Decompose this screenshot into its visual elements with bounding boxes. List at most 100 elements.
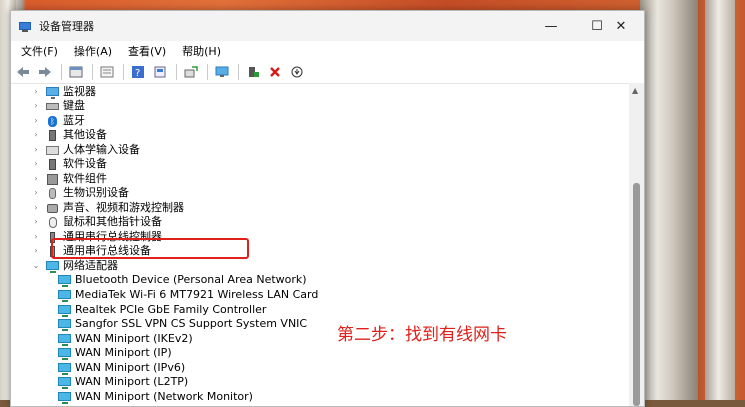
category-label: 监视器	[63, 85, 96, 98]
bluetooth-icon: ᛒ	[46, 115, 59, 127]
enable-device-icon[interactable]	[244, 63, 262, 81]
category-label: 声音、视频和游戏控制器	[63, 201, 184, 214]
device-label: MediaTek Wi-Fi 6 MT7921 Wireless LAN Car…	[75, 288, 319, 301]
device-label: WAN Miniport (IP)	[75, 346, 172, 359]
network-adapter-icon	[58, 289, 71, 302]
device-manager-icon	[19, 20, 31, 32]
category-label: 鼠标和其他指针设备	[63, 215, 162, 228]
expand-chevron-icon[interactable]: ›	[31, 143, 41, 157]
tree-category-network-adapters[interactable]: ⌄ 网络适配器	[31, 259, 118, 273]
menu-file[interactable]: 文件(F)	[17, 43, 62, 59]
category-label: 生物识别设备	[63, 186, 129, 199]
tree-category-biometric[interactable]: › 生物识别设备	[31, 186, 129, 200]
disable-icon[interactable]	[288, 63, 306, 81]
tree-category-monitors[interactable]: › 监视器	[31, 85, 96, 99]
network-adapter-icon	[58, 376, 71, 389]
back-arrow-icon[interactable]	[14, 63, 32, 81]
device-label: WAN Miniport (Network Monitor)	[75, 390, 253, 403]
category-label: 其他设备	[63, 128, 107, 141]
network-adapter-icon	[58, 304, 71, 317]
vertical-scrollbar[interactable]: ▲	[629, 83, 644, 406]
device-label: Sangfor SSL VPN CS Support System VNIC	[75, 317, 308, 330]
tree-category-keyboards[interactable]: › 键盘	[31, 99, 85, 113]
keyboard-icon	[46, 101, 59, 112]
expand-chevron-icon[interactable]: ›	[31, 85, 41, 99]
other-devices-icon	[46, 129, 59, 141]
tree-device-bluetooth-pan[interactable]: Bluetooth Device (Personal Area Network)	[53, 273, 307, 287]
uninstall-icon[interactable]	[266, 63, 284, 81]
software-device-icon	[46, 158, 59, 170]
mouse-icon	[46, 216, 59, 228]
device-label: WAN Miniport (IPv6)	[75, 361, 186, 374]
tree-category-mice[interactable]: › 鼠标和其他指针设备	[31, 215, 162, 229]
menu-help[interactable]: 帮助(H)	[178, 43, 225, 59]
expand-chevron-icon[interactable]: ›	[31, 114, 41, 128]
tree-category-other-devices[interactable]: › 其他设备	[31, 128, 107, 142]
expand-chevron-icon[interactable]: ›	[31, 201, 41, 215]
menu-view[interactable]: 查看(V)	[124, 43, 170, 59]
tree-device-wan-ip[interactable]: WAN Miniport (IP)	[53, 346, 172, 360]
step-annotation: 第二步：找到有线网卡	[337, 325, 507, 345]
expand-chevron-icon[interactable]: ›	[31, 99, 41, 113]
help-icon[interactable]: ?	[129, 63, 147, 81]
sound-icon	[46, 203, 59, 214]
tree-category-software-components[interactable]: › 软件组件	[31, 172, 107, 186]
tree-category-bluetooth[interactable]: › ᛒ 蓝牙	[31, 114, 85, 128]
expand-chevron-icon[interactable]: ›	[31, 128, 41, 142]
toolbar-divider	[238, 64, 239, 80]
wallpaper-trunk-right	[705, 0, 735, 400]
forward-arrow-icon[interactable]	[36, 63, 54, 81]
menu-action[interactable]: 操作(A)	[70, 43, 116, 59]
expand-chevron-icon[interactable]: ›	[31, 172, 41, 186]
tree-category-hid[interactable]: › 人体学输入设备	[31, 143, 140, 157]
window-title: 设备管理器	[39, 20, 94, 33]
wallpaper-trunk	[640, 0, 698, 400]
close-button[interactable]: ✕	[598, 11, 644, 41]
minimize-button[interactable]: —	[528, 11, 574, 41]
toolbar-divider	[176, 64, 177, 80]
network-adapter-icon	[46, 260, 59, 273]
scan-hardware-icon[interactable]	[182, 63, 200, 81]
device-label: WAN Miniport (IKEv2)	[75, 332, 193, 345]
device-list-icon[interactable]	[98, 63, 116, 81]
monitor-icon	[46, 86, 59, 99]
tree-device-mediatek-wifi[interactable]: MediaTek Wi-Fi 6 MT7921 Wireless LAN Car…	[53, 288, 318, 302]
device-manager-window: 设备管理器 — ☐ ✕ 文件(F) 操作(A) 查看(V) 帮助(H) ? ›	[10, 10, 645, 407]
category-label: 软件设备	[63, 157, 107, 170]
tree-device-realtek-gbe[interactable]: Realtek PCIe GbE Family Controller	[53, 303, 266, 317]
biometric-icon	[46, 187, 59, 199]
tree-device-wan-netmon[interactable]: WAN Miniport (Network Monitor)	[53, 390, 253, 404]
tree-device-sangfor-vnic[interactable]: Sangfor SSL VPN CS Support System VNIC	[53, 317, 307, 331]
device-label: WAN Miniport (L2TP)	[75, 375, 189, 388]
tree-device-wan-ipv6[interactable]: WAN Miniport (IPv6)	[53, 361, 185, 375]
toolbar-divider	[92, 64, 93, 80]
network-adapter-icon	[58, 274, 71, 287]
toolbar: ?	[11, 61, 644, 84]
category-label: 键盘	[63, 99, 85, 112]
collapse-chevron-icon[interactable]: ⌄	[31, 259, 41, 273]
category-label: 蓝牙	[63, 114, 85, 127]
toolbar-divider	[61, 64, 62, 80]
tree-category-sound[interactable]: › 声音、视频和游戏控制器	[31, 201, 184, 215]
update-driver-icon[interactable]	[151, 63, 169, 81]
device-label: Bluetooth Device (Personal Area Network)	[75, 273, 307, 286]
scroll-up-icon[interactable]: ▲	[632, 86, 638, 95]
expand-chevron-icon[interactable]: ›	[31, 215, 41, 229]
red-highlight-box	[51, 238, 249, 259]
expand-chevron-icon[interactable]: ›	[31, 244, 41, 258]
expand-chevron-icon[interactable]: ›	[31, 230, 41, 244]
toolbar-divider	[207, 64, 208, 80]
add-device-icon[interactable]	[213, 63, 231, 81]
properties-icon[interactable]	[67, 63, 85, 81]
category-label: 人体学输入设备	[63, 143, 140, 156]
tree-device-wan-l2tp[interactable]: WAN Miniport (L2TP)	[53, 375, 188, 389]
menu-bar: 文件(F) 操作(A) 查看(V) 帮助(H)	[11, 41, 644, 61]
tree-category-software-devices[interactable]: › 软件设备	[31, 157, 107, 171]
expand-chevron-icon[interactable]: ›	[31, 157, 41, 171]
title-bar[interactable]: 设备管理器 — ☐ ✕	[11, 11, 644, 41]
network-adapter-icon	[58, 333, 71, 346]
scrollbar-thumb[interactable]	[633, 183, 640, 406]
tree-device-wan-ikev2[interactable]: WAN Miniport (IKEv2)	[53, 332, 193, 346]
expand-chevron-icon[interactable]: ›	[31, 186, 41, 200]
svg-text:?: ?	[135, 68, 140, 79]
